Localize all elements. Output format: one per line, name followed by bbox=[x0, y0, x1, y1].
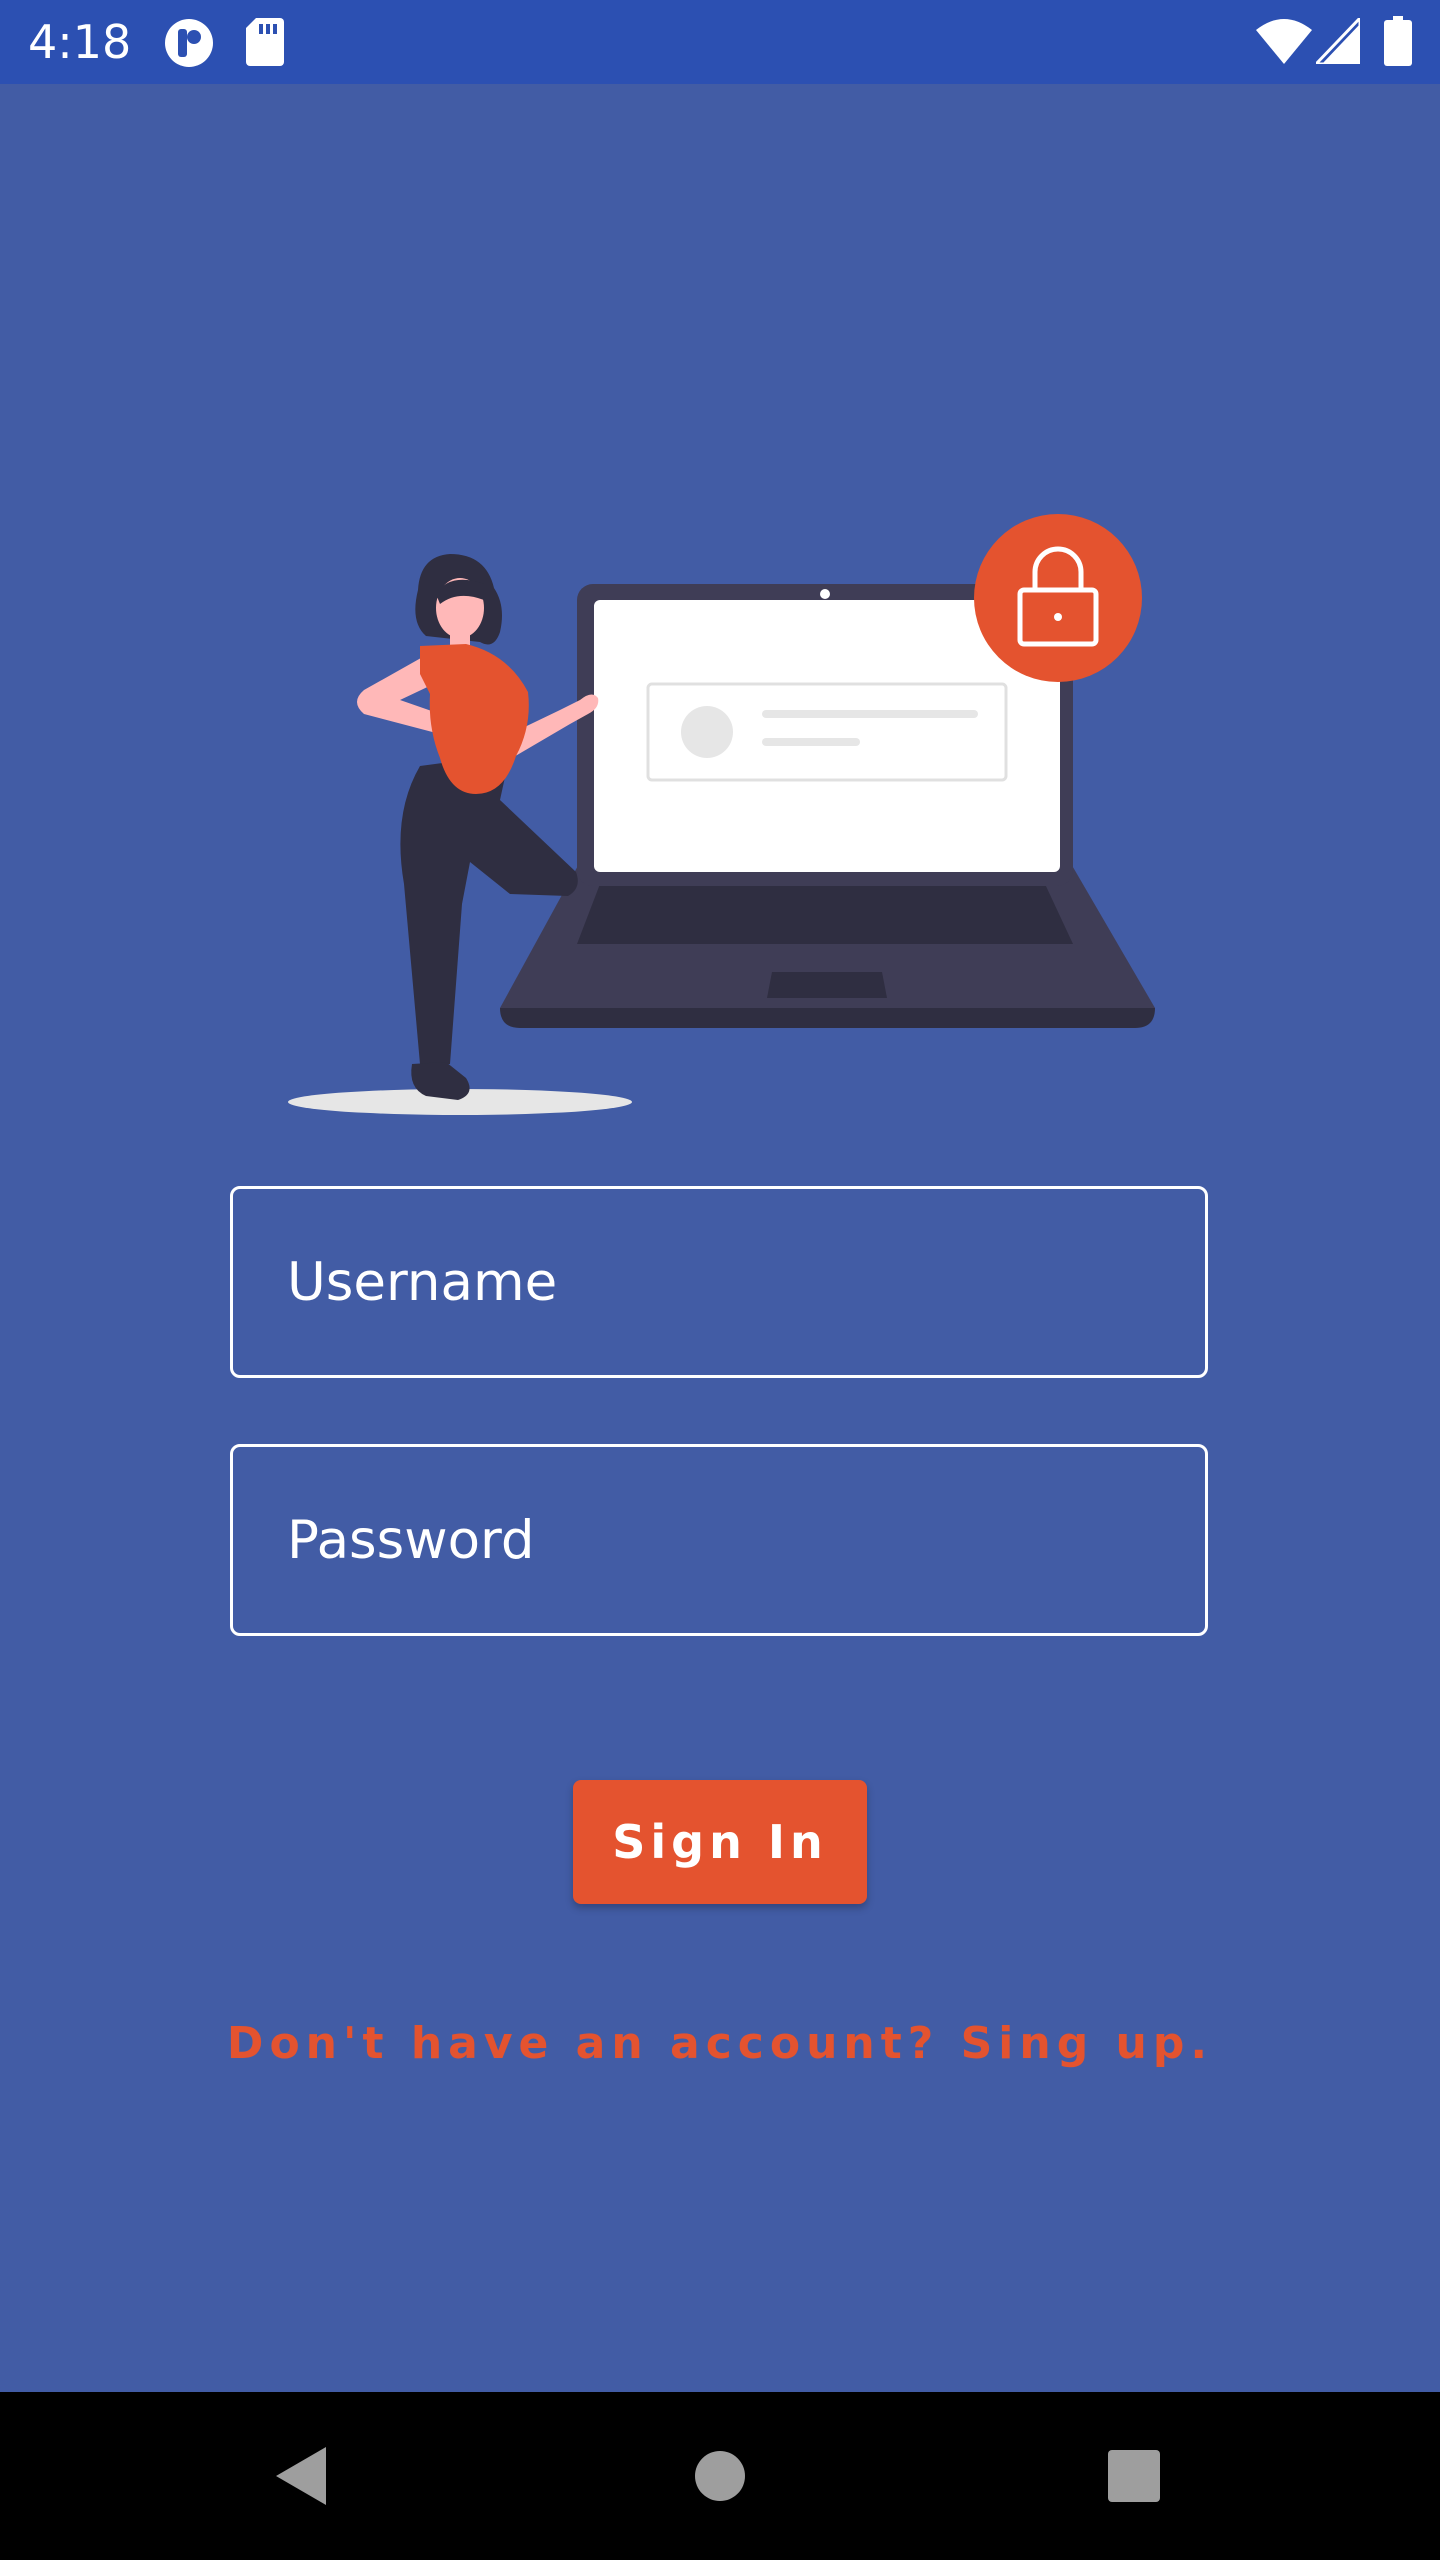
sd-card-icon bbox=[246, 18, 284, 66]
password-input[interactable] bbox=[287, 1447, 1167, 1633]
sign-up-link[interactable]: Don't have an account? Sing up. bbox=[0, 2014, 1440, 2074]
navigation-bar bbox=[0, 2392, 1440, 2560]
person-with-laptop-lock-illustration bbox=[288, 514, 1155, 1115]
recents-button[interactable] bbox=[1034, 2392, 1234, 2560]
battery-icon bbox=[1384, 16, 1412, 66]
notification-app-icon bbox=[165, 19, 213, 67]
username-input[interactable] bbox=[287, 1189, 1167, 1375]
home-icon bbox=[695, 2451, 745, 2501]
home-button[interactable] bbox=[620, 2392, 820, 2560]
password-field-container bbox=[230, 1444, 1208, 1636]
status-bar: 4:18 bbox=[0, 0, 1440, 84]
username-field-container bbox=[230, 1186, 1208, 1378]
wifi-icon bbox=[1256, 19, 1312, 64]
signal-icon bbox=[1316, 18, 1360, 64]
login-screen: Sign In Don't have an account? Sing up. bbox=[0, 84, 1440, 2392]
sign-in-button[interactable]: Sign In bbox=[573, 1780, 867, 1904]
back-button[interactable] bbox=[200, 2392, 400, 2560]
status-time: 4:18 bbox=[28, 15, 132, 69]
recents-icon bbox=[1108, 2450, 1160, 2502]
back-icon bbox=[276, 2447, 326, 2505]
